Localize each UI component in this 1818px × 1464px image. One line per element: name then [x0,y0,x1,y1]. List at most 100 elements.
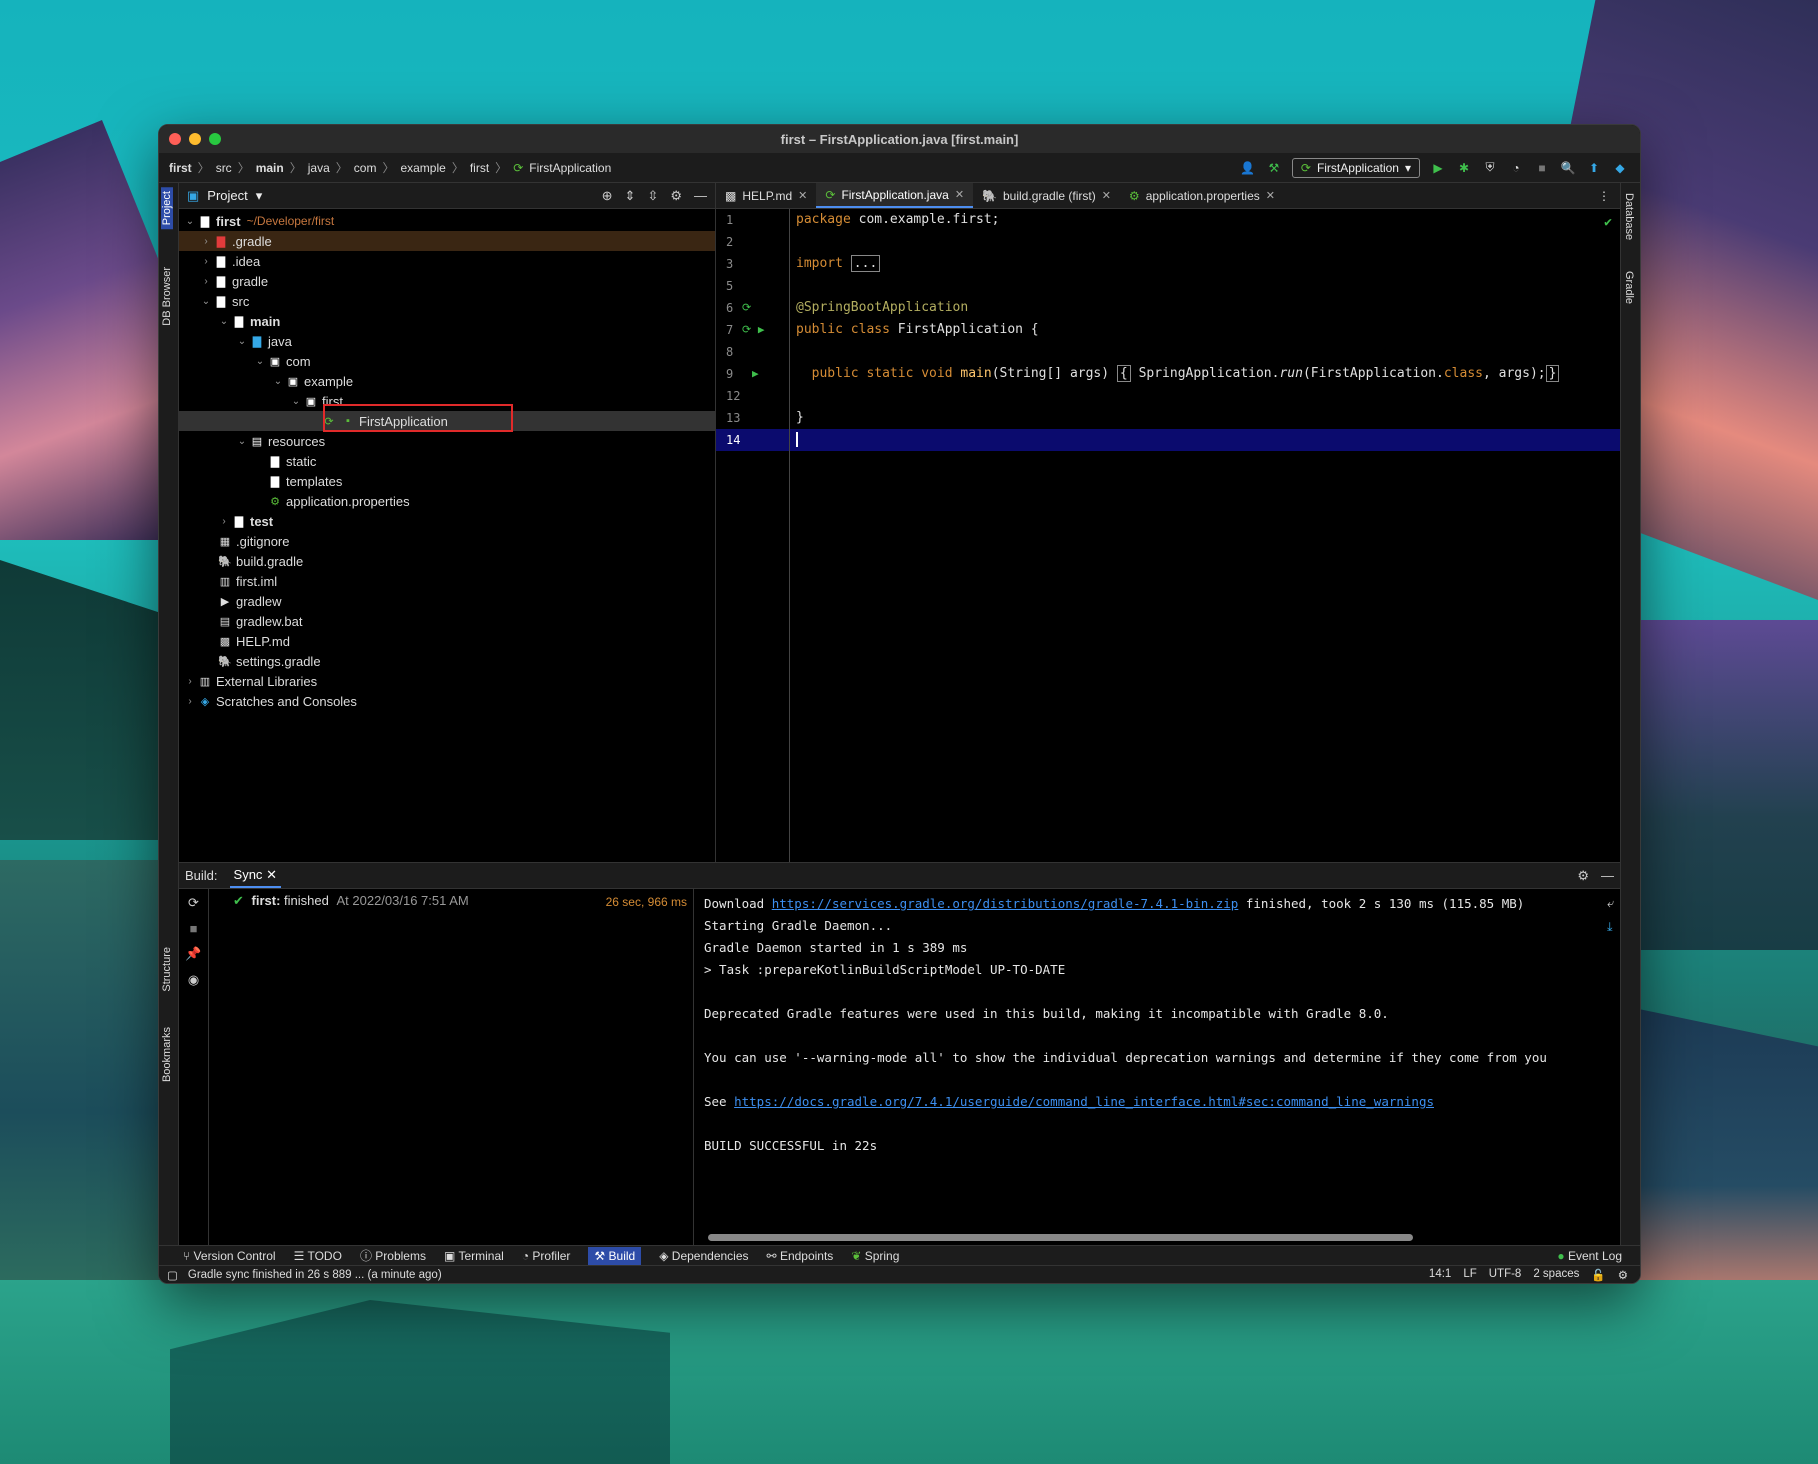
tree-item[interactable]: 🐘 settings.gradle [179,651,715,671]
tree-item[interactable]: ▶ gradlew [179,591,715,611]
breadcrumb-item[interactable]: FirstApplication [529,161,611,175]
tab-database[interactable]: Database [1623,189,1635,244]
indent-setting[interactable]: 2 spaces [1533,1268,1579,1282]
file-encoding[interactable]: UTF-8 [1489,1268,1522,1282]
tree-item[interactable]: ⌄ ▇ first ~/Developer/first [179,211,715,231]
tree-item[interactable]: ⌄ ▇ java [179,331,715,351]
gear-icon[interactable]: ⚙ [670,188,682,204]
tab-project[interactable]: Project [161,187,173,230]
breadcrumb-item[interactable]: com [354,161,377,175]
inspection-ok-icon[interactable]: ✔ [1604,215,1612,230]
close-icon[interactable]: ✕ [798,189,807,202]
close-icon[interactable]: ✕ [1266,189,1275,202]
tree-item[interactable]: ⌄ ▇ src [179,291,715,311]
gear-icon[interactable]: ⚙ [1577,868,1589,884]
lock-icon[interactable]: 🔓 [1591,1268,1605,1282]
chevron-down-icon[interactable]: ▾ [256,188,263,204]
pin-icon[interactable]: 📌 [185,946,201,962]
tree-item[interactable]: › ▇ gradle [179,271,715,291]
expand-all-icon[interactable]: ⇕ [625,188,636,204]
breadcrumb-item[interactable]: src [216,161,232,175]
debug-icon[interactable]: ✱ [1456,160,1472,176]
tab-build-gradle[interactable]: 🐘 build.gradle (first) ✕ [973,183,1120,208]
tool-problems[interactable]: ⓘ Problems [360,1247,426,1264]
line-separator[interactable]: LF [1463,1268,1476,1282]
docs-link[interactable]: https://docs.gradle.org/7.4.1/userguide/… [734,1094,1434,1109]
tree-item[interactable]: › ▇ .gradle [179,231,715,251]
search-icon[interactable]: 🔍 [1560,160,1576,176]
close-icon[interactable]: ✕ [266,867,277,882]
tool-dependencies[interactable]: ◈ Dependencies [659,1249,748,1263]
tab-gradle[interactable]: Gradle [1623,267,1635,308]
build-console[interactable]: Download https://services.gradle.org/dis… [694,889,1620,1245]
breadcrumb-item[interactable]: first [169,161,192,175]
run-icon[interactable]: ▶ [1430,160,1446,176]
profile-icon[interactable]: ◔ [1508,160,1524,176]
project-view-select[interactable]: Project [207,188,247,203]
tool-event-log[interactable]: ● Event Log [1557,1249,1640,1263]
more-tabs-icon[interactable]: ⋮ [1588,183,1620,208]
tree-item[interactable]: ▤ gradlew.bat [179,611,715,631]
folded-imports[interactable]: ... [850,255,881,272]
tree-item[interactable]: ▦ .gitignore [179,531,715,551]
tab-first-application-java[interactable]: ⟳ FirstApplication.java ✕ [816,183,974,208]
tree-item[interactable]: › ▥ External Libraries [179,671,715,691]
tool-profiler[interactable]: ◔ Profiler [522,1249,571,1263]
tree-item[interactable]: ⌄ ▣ example [179,371,715,391]
build-hammer-icon[interactable]: ⚒ [1266,160,1282,176]
tree-item[interactable]: › ▇ .idea [179,251,715,271]
breadcrumb-item[interactable]: main [256,161,284,175]
collapse-all-icon[interactable]: ⇳ [647,188,658,204]
tree-item[interactable]: ▇ static [179,451,715,471]
spring-bean-icon[interactable]: ⟳ [742,297,751,319]
breadcrumb-item[interactable]: first [470,161,489,175]
caret-position[interactable]: 14:1 [1429,1268,1451,1282]
locate-icon[interactable]: ⊕ [602,188,613,204]
stop-icon[interactable]: ■ [1534,160,1550,176]
tree-item[interactable]: ⌄ ▤ resources [179,431,715,451]
tree-item[interactable]: ▇ templates [179,471,715,491]
tab-help-md[interactable]: ▩ HELP.md ✕ [716,183,816,208]
run-configuration-select[interactable]: ⟳ FirstApplication ▾ [1291,157,1420,178]
status-message[interactable]: Gradle sync finished in 26 s 889 ... (a … [188,1269,442,1281]
tab-db-browser[interactable]: DB Browser [161,263,173,330]
tab-application-properties[interactable]: ⚙ application.properties ✕ [1120,183,1284,208]
panel-toggle-icon[interactable]: ▢ [167,1268,178,1282]
tool-terminal[interactable]: ▣ Terminal [444,1249,504,1263]
scroll-to-end-icon[interactable]: ⤓ [1607,919,1614,935]
tree-item[interactable]: › ▇ test [179,511,715,531]
tree-item[interactable]: ⌄ ▣ com [179,351,715,371]
settings-icon[interactable]: ⚙ [1618,1268,1628,1282]
close-icon[interactable]: ✕ [1102,189,1111,202]
user-icon[interactable]: 👤 [1240,160,1256,176]
download-link[interactable]: https://services.gradle.org/distribution… [772,896,1239,911]
tool-todo[interactable]: ☰ TODO [294,1249,342,1263]
run-gutter-icon[interactable]: ▶ [752,363,759,385]
tool-endpoints[interactable]: ⚯ Endpoints [767,1249,834,1263]
tree-item[interactable]: ⚙ application.properties [179,491,715,511]
tree-item[interactable]: ▥ first.iml [179,571,715,591]
tree-item[interactable]: 🐘 build.gradle [179,551,715,571]
soft-wrap-icon[interactable]: ⤶ [1607,895,1614,911]
code-editor[interactable]: 1 2 3 5 6 ⟳ 7 ⟳ ▶ 8 9 ▶ 12 13 14 package… [716,209,1620,862]
minimize-icon[interactable]: — [1601,868,1614,884]
tab-structure[interactable]: Structure [161,943,173,996]
refresh-icon[interactable]: ⟳ [188,895,199,911]
breadcrumb-item[interactable]: java [308,161,330,175]
plugin-icon[interactable]: ◆ [1612,160,1628,176]
horizontal-scrollbar[interactable] [708,1234,1413,1241]
tab-sync[interactable]: Sync ✕ [229,864,281,888]
tree-item[interactable]: ▩ HELP.md [179,631,715,651]
tool-spring[interactable]: ❦ Spring [851,1249,899,1263]
minimize-icon[interactable]: — [694,188,707,204]
tree-item[interactable]: › ◈ Scratches and Consoles [179,691,715,711]
tool-version-control[interactable]: ⑂ Version Control [183,1249,276,1263]
stop-icon[interactable]: ■ [190,921,198,936]
tool-build[interactable]: ⚒ Build [588,1246,642,1265]
tree-item[interactable]: ⌄ ▇ main [179,311,715,331]
breadcrumb-item[interactable]: example [400,161,445,175]
update-icon[interactable]: ⬆ [1586,160,1602,176]
eye-icon[interactable]: ◉ [188,972,199,988]
coverage-icon[interactable]: ⛨ [1482,160,1498,176]
close-icon[interactable]: ✕ [955,188,964,201]
